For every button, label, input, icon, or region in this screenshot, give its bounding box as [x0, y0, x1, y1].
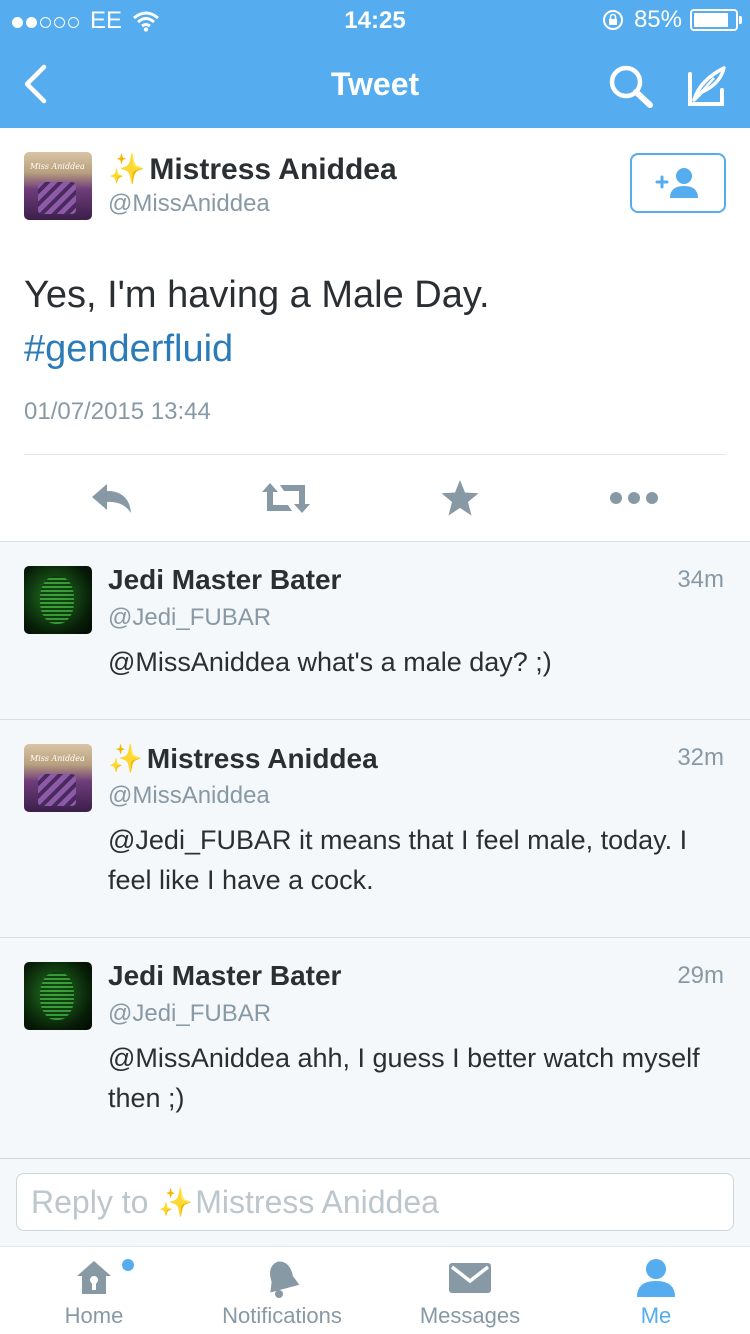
reply-text: @Jedi_FUBAR it means that I feel male, t…	[108, 825, 688, 895]
reply-text: @MissAniddea ahh, I guess I better watch…	[108, 1043, 700, 1113]
envelope-icon	[449, 1263, 491, 1293]
reply-placeholder-target: Mistress Aniddea	[195, 1183, 439, 1220]
author-handle: @Jedi_FUBAR	[108, 1000, 272, 1027]
compose-tweet-button[interactable]	[680, 60, 734, 112]
back-button[interactable]	[10, 56, 60, 112]
tab-label: Messages	[419, 1303, 521, 1328]
battery-percent: 85%	[633, 6, 682, 33]
tab-me[interactable]: Me	[562, 1247, 750, 1334]
tab-label: Me	[640, 1303, 672, 1328]
reply-timestamp: 29m	[677, 962, 724, 989]
status-bar: EE 14:25 85%	[0, 0, 750, 40]
carrier-name: EE	[90, 7, 123, 34]
reply-icon	[92, 484, 131, 513]
author-name-row: Jedi Master Bater	[108, 564, 341, 596]
author-name-row: Jedi Master Bater	[108, 960, 341, 992]
wifi-icon	[133, 11, 159, 32]
sparkles-icon: ✨	[108, 743, 143, 774]
signal-strength-icon	[12, 7, 82, 35]
more-icon	[610, 492, 658, 504]
divider	[24, 454, 726, 455]
compose-icon	[688, 66, 726, 106]
reply-composer: Reply to ✨ Mistress Aniddea	[0, 1158, 750, 1246]
reply-button[interactable]	[83, 470, 143, 526]
tab-home[interactable]: Home	[0, 1247, 188, 1334]
tweet-timestamp: 01/07/2015 13:44	[24, 398, 211, 425]
orientation-lock-icon	[602, 10, 623, 30]
bell-icon	[270, 1261, 300, 1298]
person-icon	[637, 1259, 675, 1297]
main-tweet: Miss Aniddea ✨ Mistress Aniddea @MissAni…	[0, 128, 750, 542]
reply-timestamp: 34m	[677, 566, 724, 593]
tab-notifications[interactable]: Notifications	[188, 1247, 376, 1334]
more-options-button[interactable]	[604, 470, 664, 526]
header: EE 14:25 85% Tweet	[0, 0, 750, 128]
search-button[interactable]	[604, 60, 658, 112]
chevron-left-icon	[24, 64, 47, 104]
reply-placeholder-prefix: Reply to	[31, 1183, 149, 1220]
reply-tweet[interactable]: Jedi Master Bater @Jedi_FUBAR 29m @MissA…	[0, 938, 750, 1158]
avatar[interactable]: Miss Aniddea	[24, 744, 92, 812]
favorite-button[interactable]	[430, 470, 490, 526]
avatar[interactable]: Miss Aniddea	[24, 152, 92, 220]
tweet-body: Yes, I'm having a Male Day.	[24, 274, 490, 316]
retweet-button[interactable]	[256, 470, 316, 526]
signal-carrier: EE	[12, 7, 160, 35]
add-user-icon	[655, 168, 698, 198]
reply-input[interactable]: Reply to ✨ Mistress Aniddea	[16, 1173, 734, 1231]
reply-tweet[interactable]: Miss Aniddea ✨ Mistress Aniddea @MissAni…	[0, 720, 750, 938]
author-handle: @MissAniddea	[108, 190, 270, 217]
author-name: Jedi Master Bater	[108, 564, 342, 595]
new-content-dot	[122, 1259, 134, 1271]
sparkles-icon: ✨	[158, 1186, 194, 1218]
author-handle: @Jedi_FUBAR	[108, 604, 272, 631]
author-handle: @MissAniddea	[108, 782, 270, 809]
tab-bar: Home Notifications Messages Me	[0, 1246, 750, 1334]
reply-timestamp: 32m	[677, 744, 724, 771]
nav-bar: Tweet	[0, 40, 750, 128]
retweet-icon	[262, 483, 310, 513]
tab-messages[interactable]: Messages	[376, 1247, 564, 1334]
avatar[interactable]	[24, 566, 92, 634]
reply-tweet[interactable]: Jedi Master Bater @Jedi_FUBAR 34m @MissA…	[0, 542, 750, 720]
author-name: Jedi Master Bater	[108, 960, 342, 991]
follow-button[interactable]	[630, 153, 726, 213]
author-name-row: ✨ Mistress Aniddea	[108, 742, 378, 775]
author-name: Mistress Aniddea	[149, 152, 397, 186]
reply-text: @MissAniddea what's a male day? ;)	[108, 647, 552, 677]
battery-icon	[690, 9, 742, 31]
battery-status: 85%	[602, 6, 742, 34]
author-name: Mistress Aniddea	[146, 742, 378, 774]
tweet-text: Yes, I'm having a Male Day. #genderfluid	[24, 268, 724, 376]
avatar[interactable]	[24, 962, 92, 1030]
star-icon	[441, 480, 479, 516]
search-icon	[609, 65, 653, 108]
sparkles-icon: ✨	[108, 153, 146, 186]
hashtag-link[interactable]: #genderfluid	[24, 322, 724, 376]
tab-label: Home	[64, 1303, 124, 1328]
tab-label: Notifications	[222, 1303, 342, 1328]
tweet-actions	[0, 460, 750, 538]
author-name-row[interactable]: ✨ Mistress Aniddea	[108, 152, 397, 187]
home-icon	[77, 1261, 111, 1294]
